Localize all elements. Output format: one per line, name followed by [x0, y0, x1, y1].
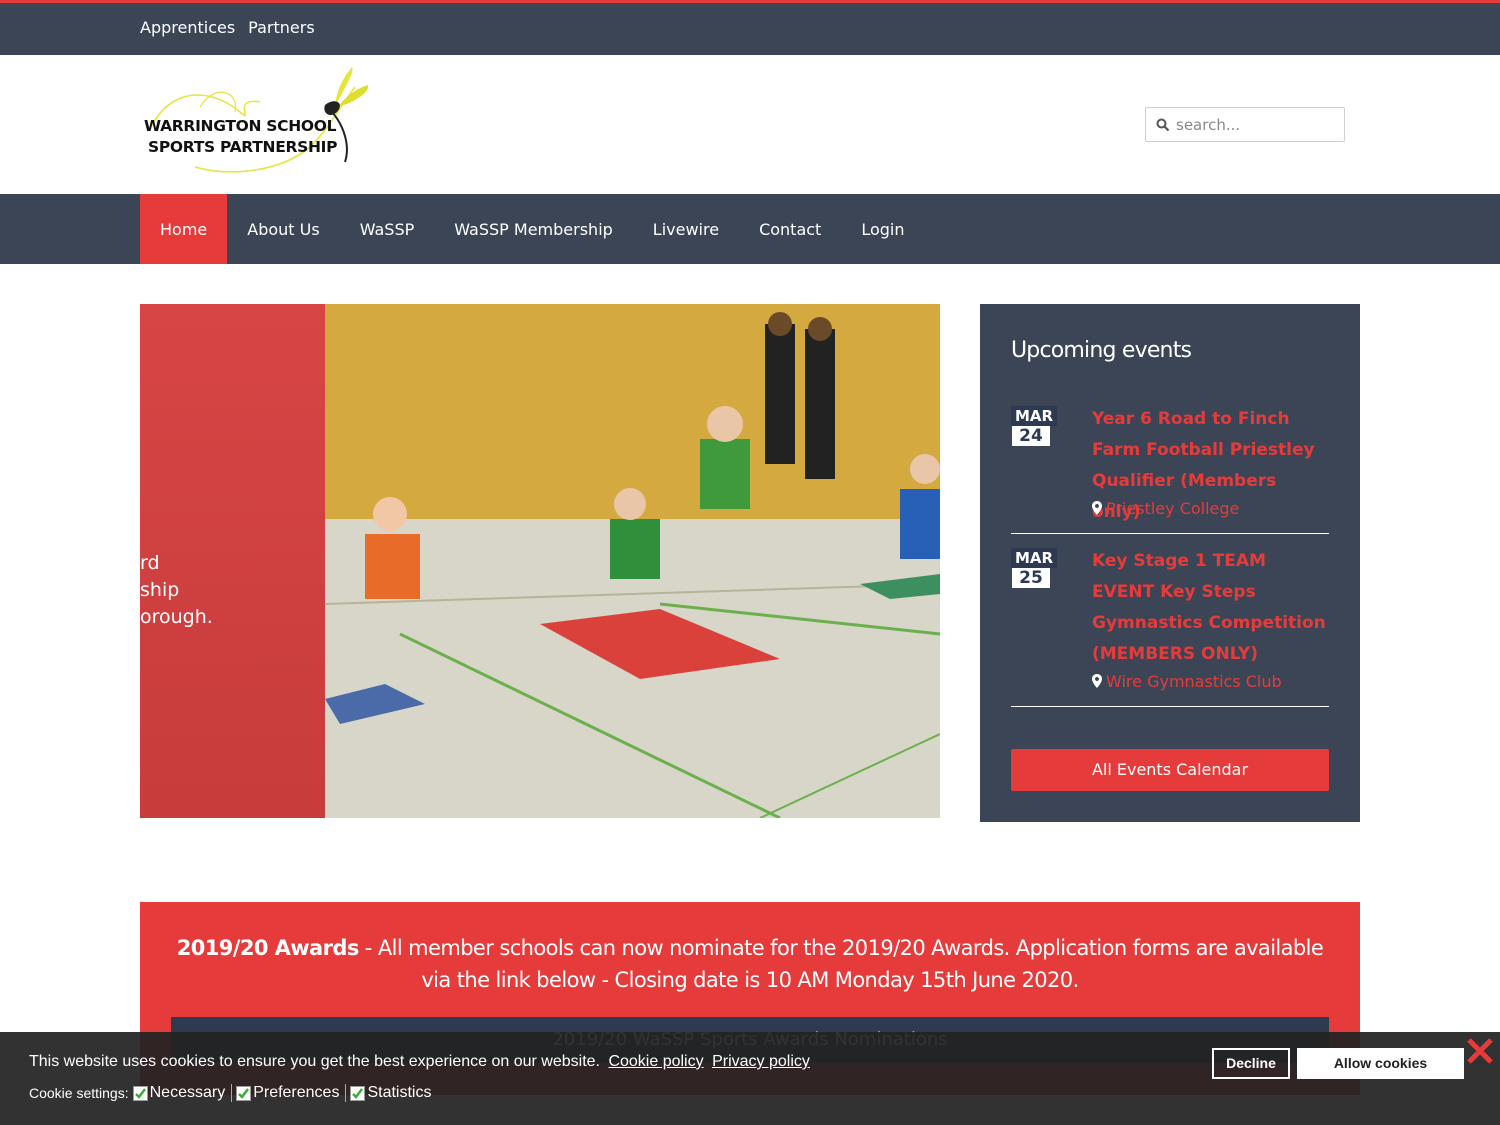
nav-item-livewire[interactable]: Livewire	[633, 194, 739, 264]
map-pin-icon	[1092, 501, 1102, 515]
event-date: MAR 24	[1011, 406, 1057, 446]
upcoming-events-panel: Upcoming events MAR 24 Year 6 Road to Fi…	[980, 304, 1360, 822]
partners-link[interactable]: Partners	[248, 18, 314, 37]
top-bar: Apprentices Partners	[0, 0, 1500, 55]
events-heading: Upcoming events	[1011, 338, 1192, 363]
checkbox-checked-icon[interactable]	[350, 1085, 366, 1101]
awards-text: 2019/20 Awards - All member schools can …	[170, 932, 1330, 996]
checkbox-checked-icon[interactable]	[132, 1085, 148, 1101]
main-nav: Home About Us WaSSP WaSSP Membership Liv…	[0, 194, 1500, 264]
nav-item-about-us[interactable]: About Us	[227, 194, 339, 264]
cookie-option-necessary[interactable]: Necessary	[132, 1084, 226, 1102]
event-month: MAR	[1011, 406, 1057, 426]
event-location[interactable]: Wire Gymnastics Club	[1092, 672, 1282, 691]
nav-item-contact[interactable]: Contact	[739, 194, 841, 264]
nav-item-home[interactable]: Home	[140, 194, 228, 264]
event-location-link[interactable]: Wire Gymnastics Club	[1106, 672, 1282, 691]
event-location[interactable]: Priestley College	[1092, 499, 1239, 518]
divider	[345, 1084, 347, 1102]
logo-text-line2: SPORTS PARTNERSHIP	[148, 138, 338, 156]
cookie-message: This website uses cookies to ensure you …	[29, 1053, 810, 1071]
search-input[interactable]	[1176, 115, 1336, 134]
cookie-option-label: Necessary	[149, 1084, 226, 1101]
event-day: 25	[1012, 568, 1050, 588]
site-logo[interactable]: WARRINGTON SCHOOL SPORTS PARTNERSHIP	[140, 67, 375, 177]
hero-caption-overlay: rd ship orough.	[140, 304, 325, 818]
apprentices-link[interactable]: Apprentices	[140, 18, 235, 37]
search-box[interactable]	[1145, 107, 1345, 142]
awards-title: 2019/20 Awards	[176, 936, 360, 960]
logo-text-line1: WARRINGTON SCHOOL	[144, 117, 337, 135]
hero-caption-line: rd	[140, 552, 160, 574]
cookie-option-label: Preferences	[253, 1084, 340, 1101]
allow-cookies-button[interactable]: Allow cookies	[1297, 1048, 1464, 1079]
privacy-policy-link[interactable]: Privacy policy	[712, 1053, 810, 1070]
close-icon[interactable]	[1465, 1036, 1495, 1066]
cookie-settings: Cookie settings: Necessary Preferences S…	[29, 1084, 431, 1102]
event-location-link[interactable]: Priestley College	[1106, 499, 1239, 518]
hero-caption-line: orough.	[140, 606, 213, 628]
cookie-option-preferences[interactable]: Preferences	[236, 1084, 339, 1102]
cookie-message-text: This website uses cookies to ensure you …	[29, 1053, 600, 1070]
cookie-settings-label: Cookie settings:	[29, 1085, 129, 1101]
cookie-consent-bar: This website uses cookies to ensure you …	[0, 1032, 1500, 1125]
hero-caption-line: ship	[140, 579, 180, 601]
checkbox-checked-icon[interactable]	[236, 1085, 252, 1101]
nav-item-wassp[interactable]: WaSSP	[340, 194, 435, 264]
event-day: 24	[1012, 426, 1050, 446]
cookie-option-label: Statistics	[367, 1084, 432, 1101]
event-item: MAR 24 Year 6 Road to Finch Farm Footbal…	[1011, 404, 1329, 534]
awards-description: - All member schools can now nominate fo…	[358, 936, 1324, 992]
event-date: MAR 25	[1011, 548, 1057, 588]
nav-item-wassp-membership[interactable]: WaSSP Membership	[434, 194, 633, 264]
decline-cookies-button[interactable]: Decline	[1212, 1048, 1290, 1079]
cookie-policy-link[interactable]: Cookie policy	[608, 1053, 703, 1070]
all-events-calendar-button[interactable]: All Events Calendar	[1011, 749, 1329, 791]
cookie-option-statistics[interactable]: Statistics	[350, 1084, 431, 1102]
event-title-link[interactable]: Key Stage 1 TEAM EVENT Key Steps Gymnast…	[1092, 546, 1328, 670]
site-header: WARRINGTON SCHOOL SPORTS PARTNERSHIP	[0, 55, 1500, 194]
hero-slider[interactable]: rd ship orough.	[140, 304, 940, 818]
event-month: MAR	[1011, 548, 1057, 568]
nav-item-login[interactable]: Login	[841, 194, 924, 264]
event-item: MAR 25 Key Stage 1 TEAM EVENT Key Steps …	[1011, 546, 1329, 707]
top-links: Apprentices Partners	[140, 18, 315, 37]
search-icon	[1156, 118, 1170, 131]
divider	[231, 1084, 233, 1102]
map-pin-icon	[1092, 674, 1102, 688]
